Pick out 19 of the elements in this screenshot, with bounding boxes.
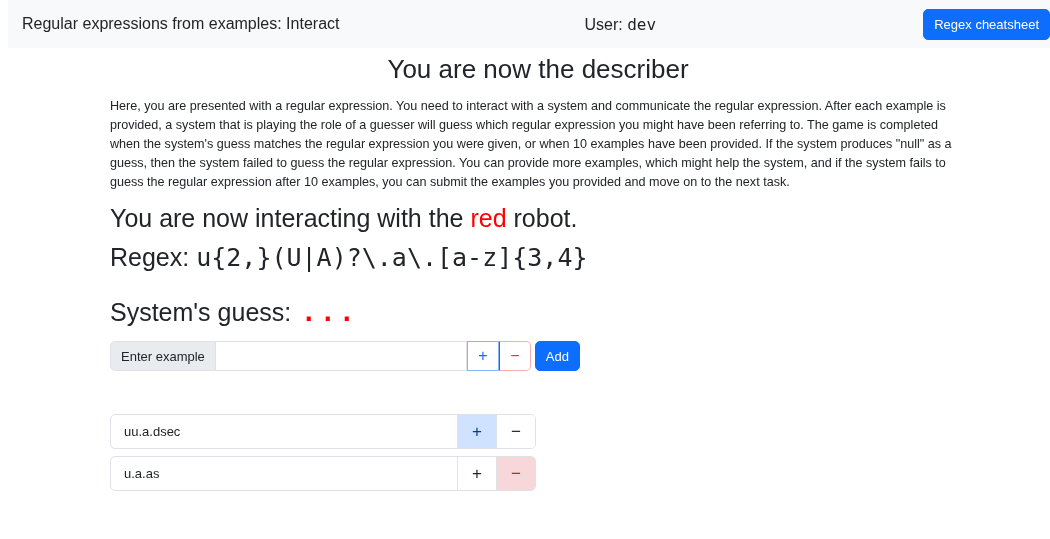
regex-heading: Regex: u{2,}(U|A)?\.a\.[a-z]{3,4} [110, 243, 589, 272]
add-button[interactable]: Add [534, 341, 580, 371]
page-heading: You are now the describer [386, 54, 690, 85]
example-input-field[interactable] [215, 341, 467, 371]
guess-label: System's guess: [110, 298, 292, 327]
positive-toggle[interactable]: + [457, 415, 496, 448]
app-title: Regular expressions from examples: Interact [22, 15, 340, 33]
example-text: uu.a.dsec [123, 423, 182, 441]
cheatsheet-button[interactable]: Regex cheatsheet [923, 8, 1050, 40]
instructions-text: Here, you are presented with a regular expression. You need to interact with a system and communicate the regular expression. After each example is provided, a system that is playing the role of a guesser will guess which regular expression you might have been referring to. The game is completed when the system's guess matches the regular expression you were given, or when 10 examples have been provided. If the system produces "null" as a guess, then the system failed to guess the regular expression. You can provide more examples, which might help the system, and if the system fails to guess the regular expression after 10 examples, you can submit the examples you provided and move on to the next task. [110, 98, 953, 191]
negative-button[interactable]: − [498, 341, 531, 371]
input-label: Enter example [110, 341, 216, 371]
negative-toggle[interactable]: − [496, 415, 535, 448]
example-text: u.a.as [123, 465, 161, 483]
robot-heading: You are now interacting with the red robot. [110, 204, 579, 233]
guess-value: ... [301, 298, 359, 327]
positive-button[interactable]: + [466, 341, 499, 371]
negative-toggle[interactable]: − [496, 457, 535, 490]
user-label: User: dev [584, 14, 657, 34]
